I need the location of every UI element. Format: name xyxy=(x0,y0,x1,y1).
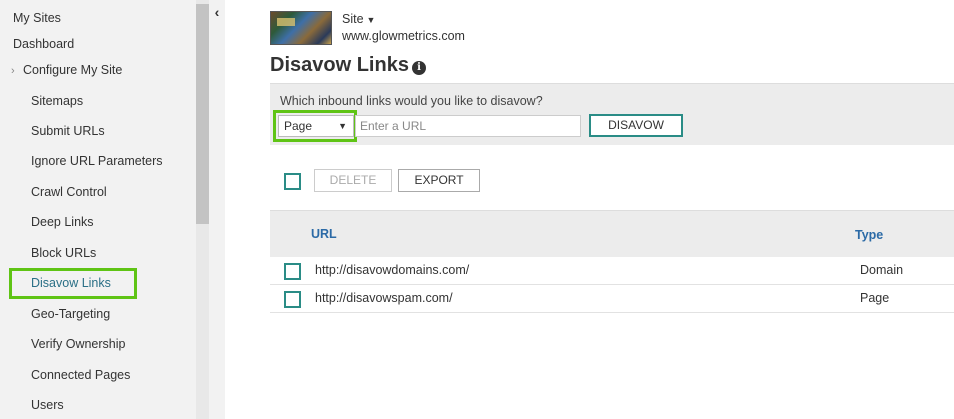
sidebar-scrollbar-thumb[interactable] xyxy=(196,4,209,224)
nav-ignore-url-parameters[interactable]: Ignore URL Parameters xyxy=(31,150,163,172)
nav-submit-urls[interactable]: Submit URLs xyxy=(31,120,105,142)
collapse-sidebar-chevron-left-icon[interactable]: ‹ xyxy=(210,4,224,20)
nav-crawl-control[interactable]: Crawl Control xyxy=(31,181,107,203)
nav-sitemaps[interactable]: Sitemaps xyxy=(31,90,83,112)
nav-my-sites[interactable]: My Sites xyxy=(13,7,61,29)
info-icon[interactable]: i xyxy=(412,61,426,75)
row-url: http://disavowdomains.com/ xyxy=(315,263,470,277)
caret-down-icon: ▼ xyxy=(366,15,376,25)
nav-block-urls[interactable]: Block URLs xyxy=(31,242,96,264)
page-title: Disavow Links xyxy=(270,54,409,76)
active-item-highlight xyxy=(9,268,137,299)
site-dropdown[interactable]: Site ▼ xyxy=(342,12,375,26)
row-type: Page xyxy=(860,291,890,305)
select-highlight xyxy=(273,110,357,142)
table-row: http://disavowspam.com/ Page xyxy=(270,285,954,313)
delete-button[interactable]: DELETE xyxy=(314,169,392,192)
row-checkbox[interactable] xyxy=(284,291,301,308)
nav-configure-label: Configure My Site xyxy=(23,63,123,77)
nav-users[interactable]: Users xyxy=(31,394,64,416)
row-url: http://disavowspam.com/ xyxy=(315,291,453,305)
site-url: www.glowmetrics.com xyxy=(342,29,465,43)
row-checkbox[interactable] xyxy=(284,263,301,280)
sidebar: My Sites Dashboard › Configure My Site Si… xyxy=(0,0,225,419)
nav-dashboard[interactable]: Dashboard xyxy=(13,33,74,55)
nav-configure-my-site[interactable]: › Configure My Site xyxy=(11,59,122,81)
column-header-type[interactable]: Type xyxy=(855,228,883,242)
url-input[interactable] xyxy=(355,115,581,137)
site-label: Site xyxy=(342,12,364,26)
nav-deep-links[interactable]: Deep Links xyxy=(31,211,94,233)
form-question: Which inbound links would you like to di… xyxy=(280,94,543,108)
select-all-checkbox[interactable] xyxy=(284,173,301,190)
chevron-right-icon: › xyxy=(11,65,15,77)
nav-geo-targeting[interactable]: Geo-Targeting xyxy=(31,303,110,325)
column-header-url[interactable]: URL xyxy=(311,227,337,241)
disavow-button[interactable]: DISAVOW xyxy=(589,114,683,137)
row-type: Domain xyxy=(860,263,904,277)
table-header xyxy=(270,210,954,257)
nav-connected-pages[interactable]: Connected Pages xyxy=(31,364,130,386)
export-button[interactable]: EXPORT xyxy=(398,169,480,192)
nav-verify-ownership[interactable]: Verify Ownership xyxy=(31,333,125,355)
table-row: http://disavowdomains.com/ Domain xyxy=(270,257,954,285)
site-thumbnail xyxy=(270,11,332,45)
